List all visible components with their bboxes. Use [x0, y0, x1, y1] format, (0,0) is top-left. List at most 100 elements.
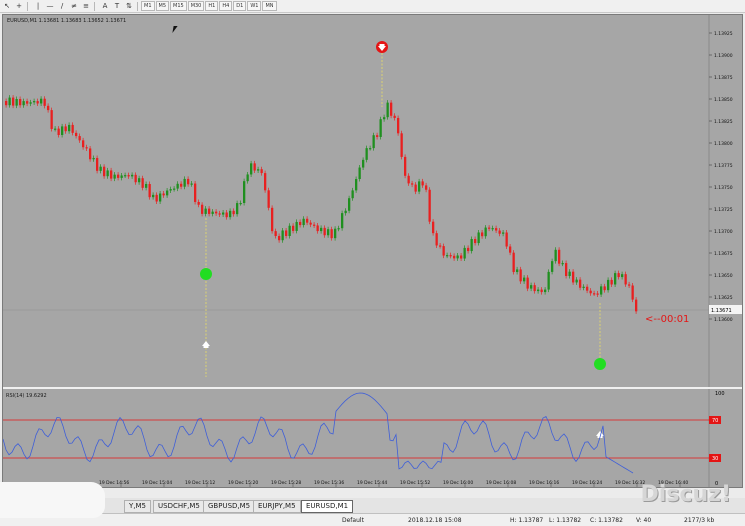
candle-bear — [376, 135, 379, 137]
status-datetime: 2018.12.18 15:08 — [408, 517, 462, 524]
time-tick-label: 19 Dec 16:08 — [486, 480, 516, 486]
tab-usdchf[interactable]: USDCHF,M5 — [153, 500, 205, 513]
time-tick-label: 19 Dec 15:20 — [228, 480, 258, 486]
vertical-line-icon[interactable]: | — [33, 1, 43, 11]
candle-bear — [57, 128, 60, 135]
rsi-axis-100: 100 — [715, 391, 725, 397]
watermark: Discuz! — [640, 482, 731, 507]
timeframe-w1[interactable]: W1 — [247, 1, 262, 11]
timeframe-d1[interactable]: D1 — [233, 1, 247, 11]
candle-bull — [61, 126, 64, 135]
candle-bull — [239, 202, 242, 205]
candle-bear — [439, 245, 442, 247]
candle-bull — [575, 279, 578, 283]
tab-eurjpy[interactable]: EURJPY,M5 — [253, 500, 301, 513]
candle-bear — [404, 156, 407, 176]
candle-bear — [526, 277, 529, 289]
candle-bull — [418, 181, 421, 192]
candle-bear — [197, 201, 200, 205]
trendline-icon[interactable]: / — [57, 1, 67, 11]
candle-bull — [621, 274, 624, 278]
candle-bull — [372, 135, 375, 149]
timeframe-mn[interactable]: MN — [262, 1, 277, 11]
horizontal-line-icon[interactable]: — — [45, 1, 55, 11]
candle-bear — [407, 175, 410, 184]
candle-bear — [134, 174, 137, 183]
timeframe-h4[interactable]: H4 — [219, 1, 233, 11]
candle-bear — [162, 193, 165, 196]
candle-bull — [120, 175, 123, 178]
candle-bear — [215, 211, 218, 214]
candle-bear — [393, 115, 396, 118]
channel-icon[interactable]: ≠ — [69, 1, 79, 11]
tab-eurusd[interactable]: EURUSD,M1 — [301, 500, 354, 513]
candle-bull — [92, 157, 95, 160]
label-icon[interactable]: T — [112, 1, 122, 11]
candle-bear — [593, 293, 596, 295]
time-tick-label: 19 Dec 16:16 — [529, 480, 559, 486]
candle-bull — [183, 178, 186, 187]
candle-bear — [316, 225, 319, 232]
timeframe-h1[interactable]: H1 — [205, 1, 219, 11]
chart-tabs: Y,M5 USDCHF,M5 GBPUSD,M5 EURJPY,M5 EURUS… — [0, 498, 745, 513]
price-chart[interactable]: EURUSD,M1 1.13681 1.13683 1.13652 1.1367… — [2, 15, 742, 487]
candle-bear — [78, 136, 81, 141]
candle-bull — [362, 159, 365, 168]
candle-bear — [43, 98, 46, 106]
price-tick-label: 1.13825 — [714, 119, 733, 125]
candle-bull — [554, 249, 557, 262]
cursor-icon[interactable]: ↖ — [2, 1, 12, 11]
candle-bull — [236, 203, 239, 215]
candle-bull — [222, 212, 225, 215]
candle-bull — [516, 269, 519, 273]
candle-bear — [435, 233, 438, 246]
candle-bull — [358, 167, 361, 180]
candle-bear — [495, 228, 498, 231]
candle-bull — [176, 183, 179, 189]
status-profile: Default — [342, 517, 364, 524]
candle-bear — [148, 184, 151, 198]
chart-window[interactable]: EURUSD,M1 1.13681 1.13683 1.13652 1.1367… — [2, 14, 743, 488]
crosshair-icon[interactable]: + — [14, 1, 24, 11]
candle-bull — [530, 285, 533, 289]
candle-bear — [467, 247, 470, 252]
candle-bull — [8, 97, 11, 106]
candle-bull — [169, 189, 172, 191]
candle-bull — [477, 232, 480, 244]
arrows-icon[interactable]: ⇅ — [124, 1, 134, 11]
price-tick-label: 1.13925 — [714, 31, 733, 37]
fibonacci-icon[interactable]: ≡ — [81, 1, 91, 11]
candle-bull — [29, 102, 32, 104]
candle-bear — [428, 189, 431, 222]
timeframe-m30[interactable]: M30 — [187, 1, 205, 11]
timeframe-m1[interactable]: M1 — [141, 1, 155, 11]
candle-bull — [337, 228, 340, 230]
candle-bear — [85, 147, 88, 149]
candle-bull — [250, 163, 253, 175]
candle-bear — [117, 174, 120, 178]
candle-bear — [141, 178, 144, 188]
candle-bear — [565, 263, 568, 276]
candle-bull — [320, 227, 323, 232]
candle-bull — [138, 178, 141, 183]
candle-bear — [36, 101, 39, 104]
timeframe-m5[interactable]: M5 — [155, 1, 169, 11]
candle-bull — [159, 193, 162, 202]
tab-chart-1[interactable]: Y,M5 — [124, 500, 151, 513]
candle-bear — [540, 289, 543, 293]
timeframe-m15[interactable]: M15 — [170, 1, 187, 11]
candle-bear — [512, 252, 515, 273]
candle-bear — [635, 299, 638, 312]
text-icon[interactable]: A — [100, 1, 110, 11]
candle-bull — [99, 166, 102, 171]
candle-bull — [544, 289, 547, 293]
rsi-axis-30: 30 — [712, 456, 718, 462]
candle-bear — [558, 249, 561, 264]
candle-bull — [204, 208, 207, 214]
tab-gbpusd[interactable]: GBPUSD,M5 — [203, 500, 256, 513]
time-tick-label: 19 Dec 15:36 — [314, 480, 344, 486]
candle-bear — [180, 183, 183, 187]
candle-bull — [131, 174, 134, 177]
candle-bear — [481, 232, 484, 237]
candle-bear — [505, 232, 508, 247]
